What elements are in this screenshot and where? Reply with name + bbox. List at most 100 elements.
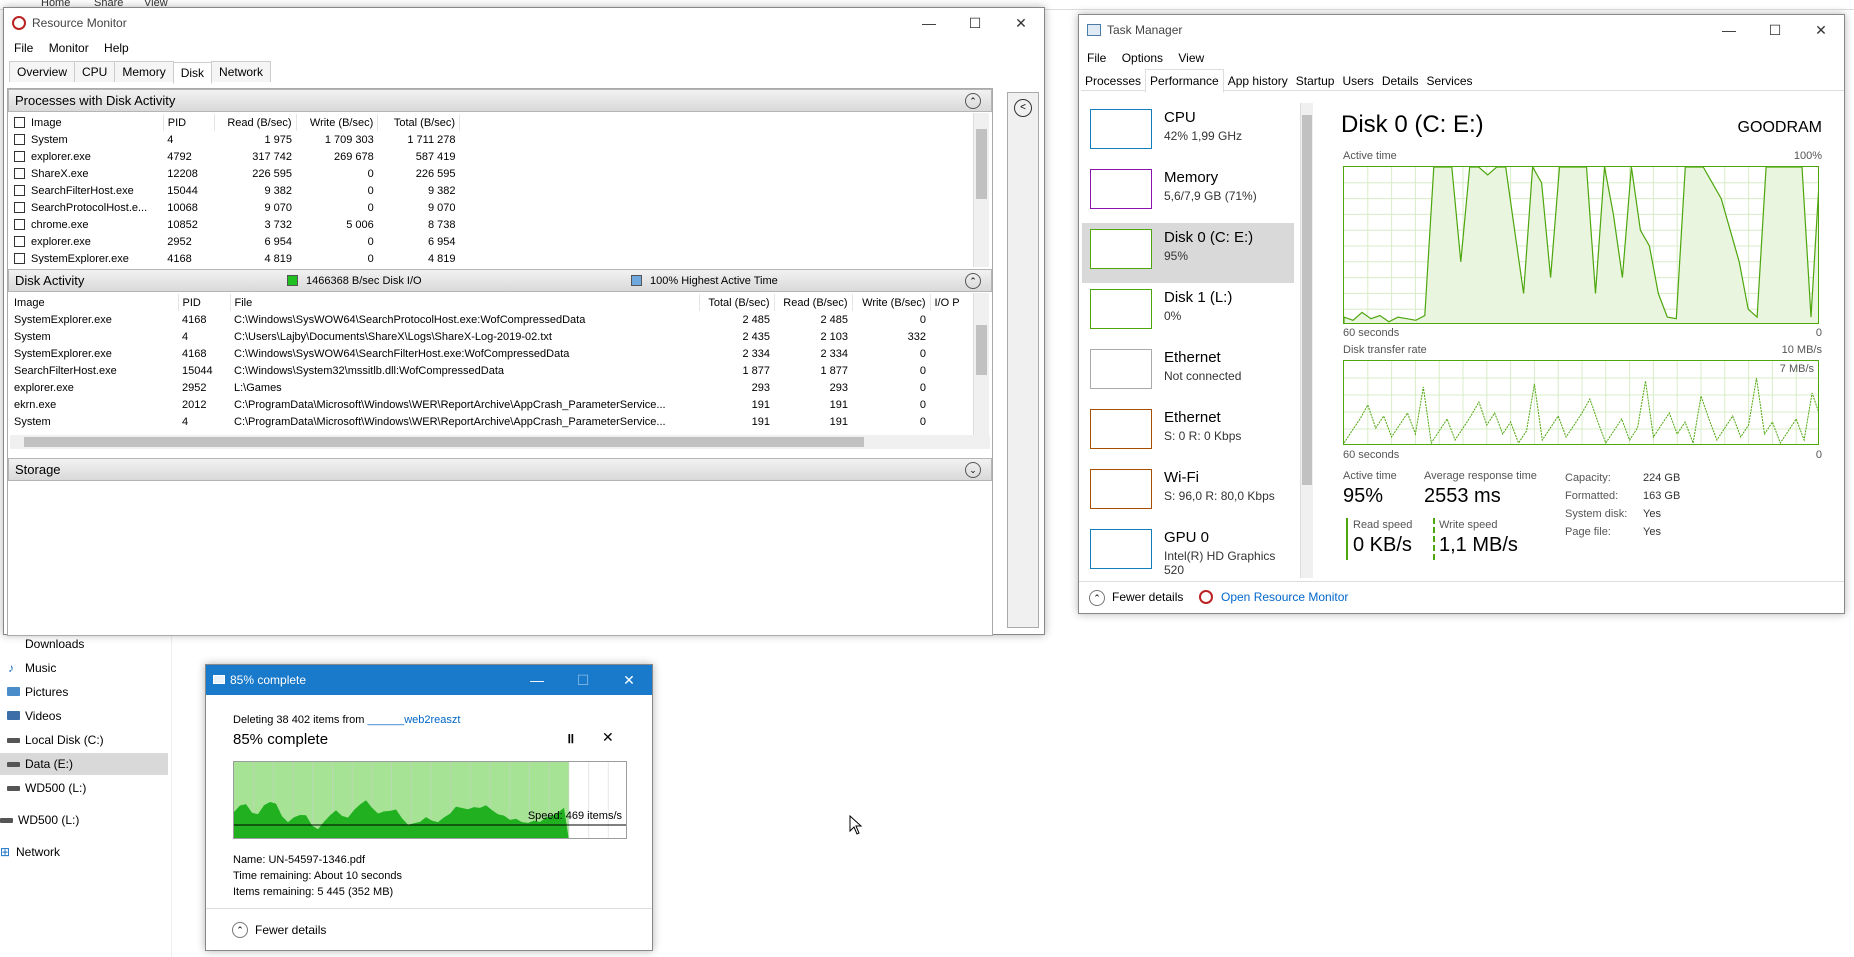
tab-network[interactable]: Network bbox=[211, 61, 272, 82]
row-checkbox[interactable] bbox=[14, 134, 25, 146]
col-read[interactable]: Read (B/sec) bbox=[214, 114, 297, 131]
row-checkbox[interactable] bbox=[14, 219, 25, 231]
tab-disk[interactable]: Disk bbox=[172, 62, 213, 84]
nav-item-wd500-root[interactable]: WD500 (L:) bbox=[0, 809, 172, 831]
fewer-details-link[interactable]: Fewer details bbox=[1112, 590, 1183, 604]
disk-activity-row[interactable]: WerFault.exe4864C:\ProgramData\Microsoft… bbox=[10, 430, 970, 435]
minimize-button[interactable]: — bbox=[514, 665, 560, 695]
menu-view[interactable]: View bbox=[1172, 48, 1210, 68]
tab-startup[interactable]: Startup bbox=[1292, 70, 1339, 92]
nav-item-data-e[interactable]: Data (E:) bbox=[0, 753, 168, 775]
select-all-checkbox[interactable] bbox=[14, 117, 25, 129]
processes-scrollbar[interactable] bbox=[973, 113, 989, 267]
disk-activity-hscrollbar[interactable] bbox=[10, 435, 990, 449]
storage-section-header[interactable]: Storage ⌄ bbox=[8, 458, 992, 481]
process-row[interactable]: System 4 1 975 1 709 303 1 711 278 bbox=[10, 131, 460, 148]
maximize-button[interactable]: ☐ bbox=[1752, 15, 1798, 45]
perf-item-wi-fi[interactable]: Wi-Fi S: 96,0 R: 80,0 Kbps bbox=[1082, 463, 1294, 523]
perf-item-ethernet[interactable]: Ethernet S: 0 R: 0 Kbps bbox=[1082, 403, 1294, 463]
menu-options[interactable]: Options bbox=[1116, 48, 1169, 68]
col-write[interactable]: Write (B/sec) bbox=[852, 294, 931, 311]
processes-section-header[interactable]: Processes with Disk Activity ⌃ bbox=[8, 89, 992, 112]
nav-item-wd500[interactable]: WD500 (L:) bbox=[0, 777, 172, 799]
perf-item-memory[interactable]: Memory 5,6/7,9 GB (71%) bbox=[1082, 163, 1294, 223]
fewer-details-link[interactable]: Fewer details bbox=[255, 923, 326, 937]
tab-cpu[interactable]: CPU bbox=[74, 61, 116, 82]
menu-file[interactable]: File bbox=[8, 38, 39, 58]
perf-item-cpu[interactable]: CPU 42% 1,99 GHz bbox=[1082, 103, 1294, 163]
disk-activity-row[interactable]: System 4 C:\ProgramData\Microsoft\Windows\… bbox=[10, 413, 970, 430]
fewer-details-icon[interactable]: ⌃ bbox=[1089, 590, 1105, 606]
process-row[interactable]: SearchFilterHost.exe 15044 9 382 0 9 382 bbox=[10, 182, 460, 199]
tab-processes[interactable]: Processes bbox=[1081, 70, 1145, 92]
col-write[interactable]: Write (B/sec) bbox=[296, 114, 379, 131]
nav-item-network[interactable]: ⊞ Network bbox=[0, 841, 172, 863]
tab-overview[interactable]: Overview bbox=[9, 61, 76, 82]
menu-help[interactable]: Help bbox=[98, 38, 135, 58]
col-io-priority[interactable]: I/O P bbox=[930, 294, 970, 311]
perf-item-gpu-0[interactable]: GPU 0 Intel(R) HD Graphics 520 bbox=[1082, 523, 1294, 578]
perf-item-disk-1-l[interactable]: Disk 1 (L:) 0% bbox=[1082, 283, 1294, 343]
nav-item-music[interactable]: ♪ Music bbox=[0, 657, 172, 679]
close-button[interactable]: ✕ bbox=[606, 665, 652, 695]
show-graphs-toggle[interactable]: < bbox=[1014, 99, 1032, 117]
col-total[interactable]: Total (B/sec) bbox=[699, 294, 775, 311]
read-speed-bar bbox=[1346, 518, 1348, 560]
menu-file[interactable]: File bbox=[1081, 48, 1112, 68]
fewer-details-icon[interactable]: ⌃ bbox=[232, 922, 248, 938]
open-resource-monitor-link[interactable]: Open Resource Monitor bbox=[1221, 590, 1348, 604]
row-checkbox[interactable] bbox=[14, 253, 25, 264]
deleting-target-link[interactable]: ______web2reaszt bbox=[368, 714, 461, 726]
close-button[interactable]: ✕ bbox=[1798, 15, 1844, 45]
menu-monitor[interactable]: Monitor bbox=[43, 38, 95, 58]
perf-item-disk-0-c-e[interactable]: Disk 0 (C: E:) 95% bbox=[1082, 223, 1294, 283]
col-pid[interactable]: PID bbox=[178, 294, 231, 311]
process-row[interactable]: ShareX.exe 12208 226 595 0 226 595 bbox=[10, 165, 460, 182]
tab-memory[interactable]: Memory bbox=[114, 61, 174, 82]
pause-button[interactable]: ॥ bbox=[566, 729, 574, 748]
process-row[interactable]: explorer.exe 4792 317 742 269 678 587 419 bbox=[10, 148, 460, 165]
minimize-button[interactable]: — bbox=[906, 8, 952, 38]
process-row[interactable]: SearchProtocolHost.e... 10068 9 070 0 9 070 bbox=[10, 199, 460, 216]
collapse-icon[interactable]: ⌃ bbox=[965, 273, 981, 289]
disk-activity-row[interactable]: System 4 C:\Users\Lajby\Documents\ShareX\L… bbox=[10, 328, 970, 345]
col-pid[interactable]: PID bbox=[163, 114, 215, 131]
row-checkbox[interactable] bbox=[14, 202, 25, 214]
tab-app-history[interactable]: App history bbox=[1224, 70, 1292, 92]
nav-item-pictures[interactable]: Pictures bbox=[0, 681, 172, 703]
nav-item-local-disk[interactable]: Local Disk (C:) bbox=[0, 729, 172, 751]
nav-item-videos[interactable]: Videos bbox=[0, 705, 172, 727]
disk-activity-scrollbar[interactable] bbox=[973, 293, 989, 435]
disk-activity-section-header[interactable]: Disk Activity 1466368 B/sec Disk I/O 100… bbox=[8, 269, 992, 292]
minimize-button[interactable]: — bbox=[1706, 15, 1752, 45]
close-button[interactable]: ✕ bbox=[998, 8, 1044, 38]
disk-activity-row[interactable]: explorer.exe2952L:\Games2932930N bbox=[10, 379, 970, 396]
process-row[interactable]: explorer.exe 2952 6 954 0 6 954 bbox=[10, 233, 460, 250]
expand-icon[interactable]: ⌄ bbox=[965, 462, 981, 478]
nav-item-downloads[interactable]: Downloads bbox=[0, 633, 172, 655]
cancel-button[interactable]: ✕ bbox=[602, 729, 614, 746]
col-read[interactable]: Read (B/sec) bbox=[774, 294, 853, 311]
active-time-graph-label: Active time bbox=[1343, 150, 1397, 162]
tab-details[interactable]: Details bbox=[1378, 70, 1423, 92]
disk-activity-row[interactable]: SystemExplorer.exe 4168 C:\Windows\SysWOW6… bbox=[10, 311, 970, 328]
tab-users[interactable]: Users bbox=[1338, 70, 1377, 92]
row-checkbox[interactable] bbox=[14, 185, 25, 197]
tab-performance[interactable]: Performance bbox=[1145, 69, 1224, 93]
col-total[interactable]: Total (B/sec) bbox=[377, 114, 460, 131]
perf-sidebar-scrollbar[interactable] bbox=[1300, 103, 1313, 578]
process-row[interactable]: SystemExplorer.exe 4168 4 819 0 4 819 bbox=[10, 250, 460, 264]
disk-activity-row[interactable]: SystemExplorer.exe 4168 C:\Windows\SysWOW6… bbox=[10, 345, 970, 362]
maximize-button[interactable]: ☐ bbox=[952, 8, 998, 38]
col-image[interactable]: Image bbox=[10, 294, 179, 311]
perf-item-ethernet[interactable]: Ethernet Not connected bbox=[1082, 343, 1294, 403]
tab-services[interactable]: Services bbox=[1423, 70, 1477, 92]
disk-activity-row[interactable]: ekrn.exe 2012 C:\ProgramData\Microsoft\Win… bbox=[10, 396, 970, 413]
disk-activity-row[interactable]: SearchFilterHost.exe 15044 C:\Windows\Syst… bbox=[10, 362, 970, 379]
row-checkbox[interactable] bbox=[14, 151, 25, 163]
collapse-icon[interactable]: ⌃ bbox=[965, 93, 981, 109]
process-row[interactable]: chrome.exe 10852 3 732 5 006 8 738 bbox=[10, 216, 460, 233]
row-checkbox[interactable] bbox=[14, 168, 25, 180]
col-file[interactable]: File bbox=[230, 294, 700, 311]
row-checkbox[interactable] bbox=[14, 236, 25, 248]
